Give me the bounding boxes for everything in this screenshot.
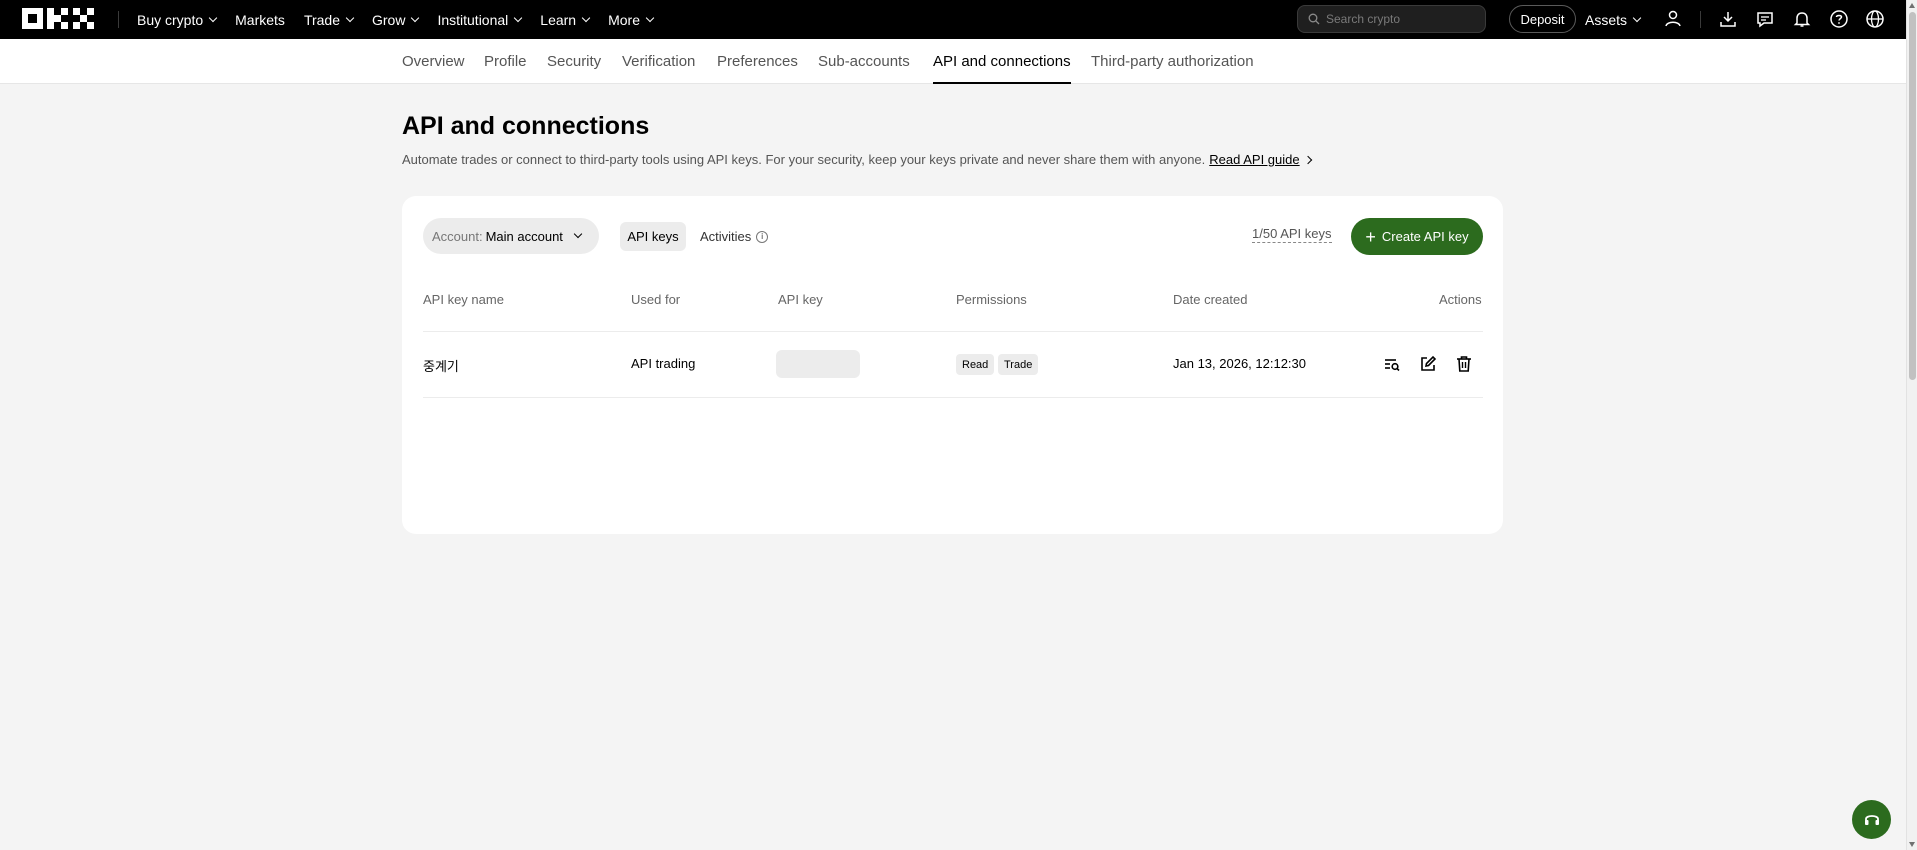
scrollbar-thumb[interactable] bbox=[1909, 12, 1916, 380]
assets-label: Assets bbox=[1585, 11, 1628, 28]
create-api-key-button[interactable]: + Create API key bbox=[1351, 218, 1483, 255]
chevron-down-icon bbox=[1632, 13, 1642, 22]
nav-label: Buy crypto bbox=[137, 11, 204, 28]
page-scrollbar[interactable] bbox=[1906, 0, 1917, 850]
chevron-down-icon bbox=[581, 13, 591, 22]
read-api-guide-link[interactable]: Read API guide bbox=[1209, 152, 1299, 167]
delete-icon[interactable] bbox=[1454, 354, 1474, 374]
tab-sub-accounts[interactable]: Sub-accounts bbox=[818, 39, 910, 84]
nav-label: Institutional bbox=[437, 11, 509, 28]
used-for: API trading bbox=[631, 356, 696, 371]
column-header-date-created: Date created bbox=[1173, 292, 1248, 307]
page-description: Automate trades or connect to third-part… bbox=[402, 152, 1312, 167]
column-header-actions: Actions bbox=[1439, 292, 1482, 307]
chevron-down-icon bbox=[411, 13, 420, 22]
column-header-name: API key name bbox=[423, 292, 504, 307]
account-tabs: Overview Profile Security Verification P… bbox=[0, 39, 1906, 84]
tab-api-keys[interactable]: API keys bbox=[620, 222, 686, 251]
activities-label: Activities bbox=[700, 229, 752, 244]
nav-trade[interactable]: Trade bbox=[303, 11, 355, 28]
account-label: Account: bbox=[432, 228, 483, 244]
chevron-down-icon bbox=[645, 13, 655, 22]
globe-icon[interactable] bbox=[1865, 9, 1885, 29]
search-icon bbox=[1308, 13, 1320, 25]
okx-logo[interactable] bbox=[22, 8, 94, 29]
message-icon[interactable] bbox=[1755, 9, 1775, 29]
chevron-right-icon bbox=[1303, 155, 1312, 164]
help-icon[interactable] bbox=[1829, 9, 1849, 29]
tab-verification[interactable]: Verification bbox=[622, 39, 695, 84]
nav-label: Trade bbox=[303, 11, 340, 28]
tab-api-and-connections[interactable]: API and connections bbox=[933, 39, 1071, 84]
assets-menu[interactable]: Assets bbox=[1585, 0, 1642, 39]
scroll-up-icon[interactable] bbox=[1909, 3, 1915, 8]
edit-icon[interactable] bbox=[1418, 354, 1438, 374]
api-key-count[interactable]: 1/50 API keys bbox=[1252, 226, 1332, 243]
search-box[interactable] bbox=[1297, 5, 1486, 33]
api-key-name: 중계기 bbox=[423, 359, 459, 374]
nav-label: Grow bbox=[372, 11, 406, 28]
nav-institutional[interactable]: Institutional bbox=[437, 11, 523, 28]
tab-security[interactable]: Security bbox=[547, 39, 601, 84]
user-icon[interactable] bbox=[1663, 9, 1683, 29]
nav-markets[interactable]: Markets bbox=[235, 12, 285, 28]
nav-buy-crypto[interactable]: Buy crypto bbox=[137, 11, 218, 28]
search-input[interactable] bbox=[1326, 12, 1476, 26]
api-keys-card: Account: Main account API keys Activitie… bbox=[402, 196, 1503, 534]
nav-learn[interactable]: Learn bbox=[540, 11, 591, 28]
main-menu: Buy crypto Markets Trade Grow Institutio… bbox=[137, 0, 672, 39]
column-header-used-for: Used for bbox=[631, 292, 681, 307]
tab-preferences[interactable]: Preferences bbox=[717, 39, 798, 84]
api-key-masked[interactable] bbox=[776, 350, 860, 378]
create-label: Create API key bbox=[1381, 229, 1469, 244]
download-icon[interactable] bbox=[1718, 9, 1738, 29]
scroll-down-icon[interactable] bbox=[1909, 842, 1915, 847]
tab-activities[interactable]: Activities i bbox=[700, 222, 769, 251]
deposit-button[interactable]: Deposit bbox=[1509, 5, 1576, 33]
bell-icon[interactable] bbox=[1792, 9, 1812, 29]
account-selector[interactable]: Account: Main account bbox=[423, 218, 599, 254]
nav-more[interactable]: More bbox=[608, 11, 655, 28]
nav-grow[interactable]: Grow bbox=[372, 11, 420, 28]
tab-third-party-authorization[interactable]: Third-party authorization bbox=[1091, 39, 1254, 84]
account-value: Main account bbox=[485, 228, 563, 244]
info-icon[interactable]: i bbox=[756, 230, 769, 243]
description-text: Automate trades or connect to third-part… bbox=[402, 152, 1206, 167]
view-details-icon[interactable] bbox=[1382, 354, 1402, 374]
permission-badge: Read bbox=[956, 354, 995, 375]
top-navigation-bar: Buy crypto Markets Trade Grow Institutio… bbox=[0, 0, 1906, 39]
tab-overview[interactable]: Overview bbox=[402, 39, 465, 84]
table-divider bbox=[423, 397, 1483, 398]
chevron-down-icon bbox=[573, 229, 583, 239]
plus-icon: + bbox=[1365, 226, 1376, 247]
headset-icon bbox=[1864, 814, 1879, 825]
nav-label: More bbox=[608, 11, 640, 28]
chevron-down-icon bbox=[345, 13, 355, 22]
date-created: Jan 13, 2026, 12:12:30 bbox=[1173, 356, 1307, 371]
nav-label: Markets bbox=[235, 11, 285, 28]
chevron-down-icon bbox=[514, 13, 523, 22]
nav-divider bbox=[118, 11, 119, 28]
support-chat-button[interactable] bbox=[1852, 800, 1891, 839]
tab-profile[interactable]: Profile bbox=[484, 39, 527, 84]
nav-label: Learn bbox=[540, 11, 577, 28]
page-title: API and connections bbox=[402, 112, 650, 140]
divider bbox=[1700, 11, 1701, 28]
column-header-permissions: Permissions bbox=[956, 292, 1027, 307]
column-header-api-key: API key bbox=[778, 292, 823, 307]
chevron-down-icon bbox=[208, 13, 218, 22]
permission-badge: Trade bbox=[998, 354, 1039, 375]
table-divider bbox=[423, 331, 1483, 332]
